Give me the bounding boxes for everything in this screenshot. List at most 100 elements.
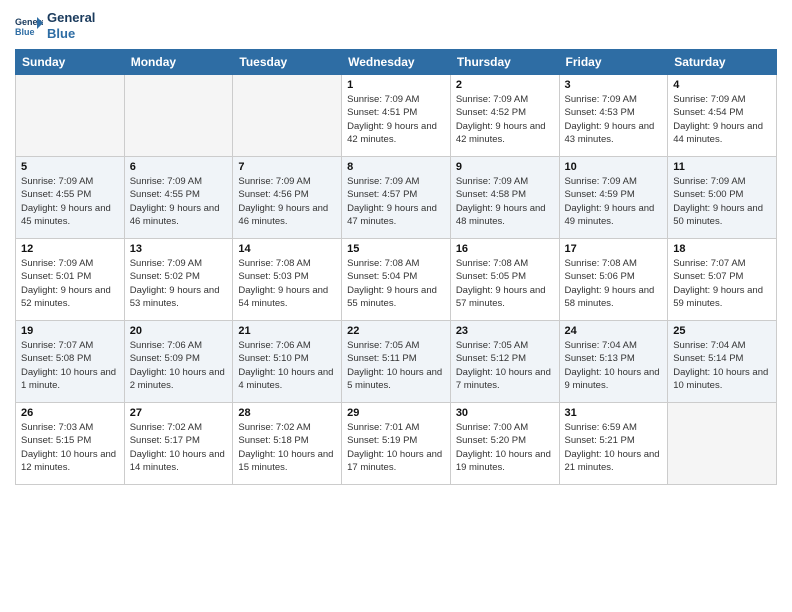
calendar-cell <box>124 75 233 157</box>
day-number: 12 <box>21 243 119 255</box>
day-number: 17 <box>565 243 663 255</box>
weekday-header-saturday: Saturday <box>668 50 777 75</box>
calendar-cell: 10Sunrise: 7:09 AM Sunset: 4:59 PM Dayli… <box>559 157 668 239</box>
day-number: 30 <box>456 407 554 419</box>
day-number: 2 <box>456 79 554 91</box>
calendar-cell: 12Sunrise: 7:09 AM Sunset: 5:01 PM Dayli… <box>16 239 125 321</box>
calendar-cell: 21Sunrise: 7:06 AM Sunset: 5:10 PM Dayli… <box>233 321 342 403</box>
day-number: 26 <box>21 407 119 419</box>
day-info: Sunrise: 6:59 AM Sunset: 5:21 PM Dayligh… <box>565 421 663 474</box>
day-info: Sunrise: 7:00 AM Sunset: 5:20 PM Dayligh… <box>456 421 554 474</box>
calendar-cell <box>668 403 777 485</box>
calendar-cell <box>16 75 125 157</box>
day-number: 13 <box>130 243 228 255</box>
calendar-cell: 22Sunrise: 7:05 AM Sunset: 5:11 PM Dayli… <box>342 321 451 403</box>
calendar-cell: 4 Sunrise: 7:09 AM Sunset: 4:54 PM Daylig… <box>668 75 777 157</box>
calendar-cell: 2 Sunrise: 7:09 AM Sunset: 4:52 PM Daylig… <box>450 75 559 157</box>
calendar-cell: 19 Sunrise: 7:07 AM Sunset: 5:08 PM Dayli… <box>16 321 125 403</box>
calendar-week-1: 1 Sunrise: 7:09 AM Sunset: 4:51 PM Daylig… <box>16 75 777 157</box>
calendar-cell: 29 Sunrise: 7:01 AM Sunset: 5:19 PM Dayli… <box>342 403 451 485</box>
calendar-cell: 17 Sunrise: 7:08 AM Sunset: 5:06 PM Dayli… <box>559 239 668 321</box>
calendar-week-2: 5 Sunrise: 7:09 AM Sunset: 4:55 PM Daylig… <box>16 157 777 239</box>
weekday-header-wednesday: Wednesday <box>342 50 451 75</box>
day-info: Sunrise: 7:09 AM Sunset: 4:51 PM Dayligh… <box>347 93 445 146</box>
day-number: 4 <box>673 79 771 91</box>
calendar-table: SundayMondayTuesdayWednesdayThursdayFrid… <box>15 49 777 485</box>
day-info: Sunrise: 7:08 AM Sunset: 5:04 PM Dayligh… <box>347 257 445 310</box>
day-number: 31 <box>565 407 663 419</box>
calendar-cell: 18 Sunrise: 7:07 AM Sunset: 5:07 PM Dayli… <box>668 239 777 321</box>
day-info: Sunrise: 7:09 AM Sunset: 4:55 PM Dayligh… <box>21 175 119 228</box>
calendar-cell: 31 Sunrise: 6:59 AM Sunset: 5:21 PM Dayli… <box>559 403 668 485</box>
day-info: Sunrise: 7:09 AM Sunset: 5:00 PM Dayligh… <box>673 175 771 228</box>
calendar-header: SundayMondayTuesdayWednesdayThursdayFrid… <box>16 50 777 75</box>
day-number: 21 <box>238 325 336 337</box>
day-info: Sunrise: 7:02 AM Sunset: 5:17 PM Dayligh… <box>130 421 228 474</box>
calendar-cell: 8 Sunrise: 7:09 AM Sunset: 4:57 PM Daylig… <box>342 157 451 239</box>
calendar-week-5: 26 Sunrise: 7:03 AM Sunset: 5:15 PM Dayli… <box>16 403 777 485</box>
day-info: Sunrise: 7:07 AM Sunset: 5:08 PM Dayligh… <box>21 339 119 392</box>
calendar-cell: 13 Sunrise: 7:09 AM Sunset: 5:02 PM Dayli… <box>124 239 233 321</box>
calendar-cell: 28Sunrise: 7:02 AM Sunset: 5:18 PM Dayli… <box>233 403 342 485</box>
day-info: Sunrise: 7:07 AM Sunset: 5:07 PM Dayligh… <box>673 257 771 310</box>
day-info: Sunrise: 7:09 AM Sunset: 4:53 PM Dayligh… <box>565 93 663 146</box>
day-info: Sunrise: 7:08 AM Sunset: 5:06 PM Dayligh… <box>565 257 663 310</box>
logo-general: General <box>47 10 95 26</box>
calendar-cell: 6 Sunrise: 7:09 AM Sunset: 4:55 PM Daylig… <box>124 157 233 239</box>
day-number: 28 <box>238 407 336 419</box>
day-info: Sunrise: 7:09 AM Sunset: 4:55 PM Dayligh… <box>130 175 228 228</box>
logo-icon: General Blue <box>15 15 43 37</box>
day-info: Sunrise: 7:04 AM Sunset: 5:13 PM Dayligh… <box>565 339 663 392</box>
calendar-cell: 3 Sunrise: 7:09 AM Sunset: 4:53 PM Daylig… <box>559 75 668 157</box>
day-number: 18 <box>673 243 771 255</box>
day-number: 29 <box>347 407 445 419</box>
day-number: 3 <box>565 79 663 91</box>
weekday-header-sunday: Sunday <box>16 50 125 75</box>
day-number: 19 <box>21 325 119 337</box>
day-number: 9 <box>456 161 554 173</box>
day-info: Sunrise: 7:04 AM Sunset: 5:14 PM Dayligh… <box>673 339 771 392</box>
day-info: Sunrise: 7:09 AM Sunset: 5:02 PM Dayligh… <box>130 257 228 310</box>
weekday-header-friday: Friday <box>559 50 668 75</box>
calendar-cell: 1 Sunrise: 7:09 AM Sunset: 4:51 PM Daylig… <box>342 75 451 157</box>
day-number: 20 <box>130 325 228 337</box>
day-number: 6 <box>130 161 228 173</box>
svg-text:Blue: Blue <box>15 27 35 37</box>
logo: General Blue General Blue <box>15 10 95 41</box>
calendar-cell <box>233 75 342 157</box>
day-number: 1 <box>347 79 445 91</box>
day-info: Sunrise: 7:08 AM Sunset: 5:05 PM Dayligh… <box>456 257 554 310</box>
calendar-cell: 7Sunrise: 7:09 AM Sunset: 4:56 PM Daylig… <box>233 157 342 239</box>
day-info: Sunrise: 7:05 AM Sunset: 5:12 PM Dayligh… <box>456 339 554 392</box>
day-info: Sunrise: 7:09 AM Sunset: 4:52 PM Dayligh… <box>456 93 554 146</box>
header: General Blue General Blue <box>15 10 777 41</box>
day-info: Sunrise: 7:06 AM Sunset: 5:09 PM Dayligh… <box>130 339 228 392</box>
calendar-cell: 9Sunrise: 7:09 AM Sunset: 4:58 PM Daylig… <box>450 157 559 239</box>
logo-blue: Blue <box>47 26 95 42</box>
day-number: 25 <box>673 325 771 337</box>
weekday-header-row: SundayMondayTuesdayWednesdayThursdayFrid… <box>16 50 777 75</box>
calendar-cell: 30 Sunrise: 7:00 AM Sunset: 5:20 PM Dayli… <box>450 403 559 485</box>
weekday-header-thursday: Thursday <box>450 50 559 75</box>
day-number: 7 <box>238 161 336 173</box>
calendar-cell: 27 Sunrise: 7:02 AM Sunset: 5:17 PM Dayli… <box>124 403 233 485</box>
calendar-week-4: 19 Sunrise: 7:07 AM Sunset: 5:08 PM Dayli… <box>16 321 777 403</box>
day-number: 14 <box>238 243 336 255</box>
day-number: 8 <box>347 161 445 173</box>
day-info: Sunrise: 7:03 AM Sunset: 5:15 PM Dayligh… <box>21 421 119 474</box>
calendar-cell: 15Sunrise: 7:08 AM Sunset: 5:04 PM Dayli… <box>342 239 451 321</box>
weekday-header-monday: Monday <box>124 50 233 75</box>
day-number: 10 <box>565 161 663 173</box>
day-info: Sunrise: 7:09 AM Sunset: 4:57 PM Dayligh… <box>347 175 445 228</box>
weekday-header-tuesday: Tuesday <box>233 50 342 75</box>
calendar-cell: 5 Sunrise: 7:09 AM Sunset: 4:55 PM Daylig… <box>16 157 125 239</box>
calendar-container: General Blue General Blue SundayMondayTu… <box>0 0 792 612</box>
day-number: 5 <box>21 161 119 173</box>
calendar-cell: 11Sunrise: 7:09 AM Sunset: 5:00 PM Dayli… <box>668 157 777 239</box>
calendar-cell: 26 Sunrise: 7:03 AM Sunset: 5:15 PM Dayli… <box>16 403 125 485</box>
day-number: 27 <box>130 407 228 419</box>
day-info: Sunrise: 7:01 AM Sunset: 5:19 PM Dayligh… <box>347 421 445 474</box>
day-info: Sunrise: 7:09 AM Sunset: 4:54 PM Dayligh… <box>673 93 771 146</box>
day-info: Sunrise: 7:08 AM Sunset: 5:03 PM Dayligh… <box>238 257 336 310</box>
day-number: 22 <box>347 325 445 337</box>
